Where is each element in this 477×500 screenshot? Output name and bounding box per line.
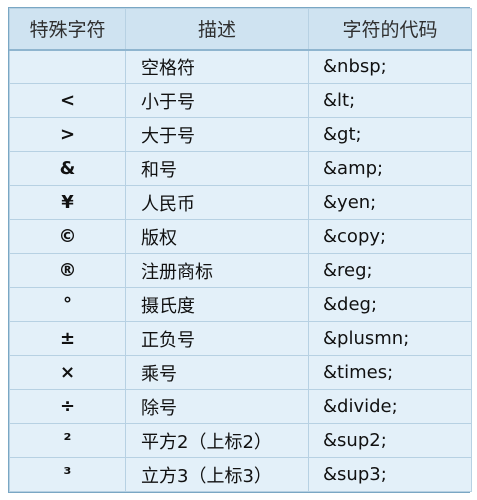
cell-special-char: ± [9,321,126,356]
cell-special-char: × [9,355,126,390]
cell-char-code: &deg; [308,287,472,322]
header-special-char: 特殊字符 [9,8,126,51]
cell-char-code: &plusmn; [308,321,472,356]
header-char-code: 字符的代码 [308,8,472,51]
cell-special-char: © [9,219,126,254]
cell-special-char: ° [9,287,126,322]
cell-description: 平方2（上标2） [125,423,309,458]
cell-char-code: &sup3; [308,457,472,492]
cell-special-char: & [9,151,126,186]
cell-description: 摄氏度 [125,287,309,322]
cell-special-char: ® [9,253,126,288]
table-row: × 乘号 &times; [9,355,472,390]
cell-special-char: > [9,117,126,152]
header-description: 描述 [125,8,309,51]
cell-char-code: &amp; [308,151,472,186]
table-row: ¥ 人民币 &yen; [9,185,472,220]
table-row: < 小于号 &lt; [9,83,472,118]
cell-description: 版权 [125,219,309,254]
cell-special-char: ² [9,423,126,458]
cell-special-char: ³ [9,457,126,492]
cell-special-char [9,49,126,84]
cell-char-code: &nbsp; [308,49,472,84]
special-characters-table: 特殊字符 描述 字符的代码 空格符 &nbsp; < 小于号 &lt; > 大于… [8,7,472,493]
cell-char-code: &sup2; [308,423,472,458]
table-row: ³ 立方3（上标3） &sup3; [9,457,472,492]
table-row: & 和号 &amp; [9,151,472,186]
cell-char-code: &gt; [308,117,472,152]
cell-description: 人民币 [125,185,309,220]
cell-description: 注册商标 [125,253,309,288]
cell-description: 小于号 [125,83,309,118]
cell-description: 立方3（上标3） [125,457,309,492]
table-row: ² 平方2（上标2） &sup2; [9,423,472,458]
cell-description: 除号 [125,389,309,424]
table-row: 空格符 &nbsp; [9,49,472,84]
cell-special-char: ÷ [9,389,126,424]
cell-description: 大于号 [125,117,309,152]
cell-char-code: &yen; [308,185,472,220]
table-row: © 版权 &copy; [9,219,472,254]
table-row: ® 注册商标 &reg; [9,253,472,288]
table: 特殊字符 描述 字符的代码 空格符 &nbsp; < 小于号 &lt; > 大于… [9,8,472,492]
cell-char-code: &copy; [308,219,472,254]
cell-special-char: ¥ [9,185,126,220]
table-row: ± 正负号 &plusmn; [9,321,472,356]
cell-special-char: < [9,83,126,118]
cell-char-code: &times; [308,355,472,390]
cell-description: 乘号 [125,355,309,390]
cell-description: 空格符 [125,49,309,84]
table-row: > 大于号 &gt; [9,117,472,152]
cell-description: 和号 [125,151,309,186]
cell-description: 正负号 [125,321,309,356]
table-row: ° 摄氏度 &deg; [9,287,472,322]
cell-char-code: &divide; [308,389,472,424]
header-row: 特殊字符 描述 字符的代码 [9,8,472,51]
cell-char-code: &lt; [308,83,472,118]
table-row: ÷ 除号 &divide; [9,389,472,424]
cell-char-code: &reg; [308,253,472,288]
